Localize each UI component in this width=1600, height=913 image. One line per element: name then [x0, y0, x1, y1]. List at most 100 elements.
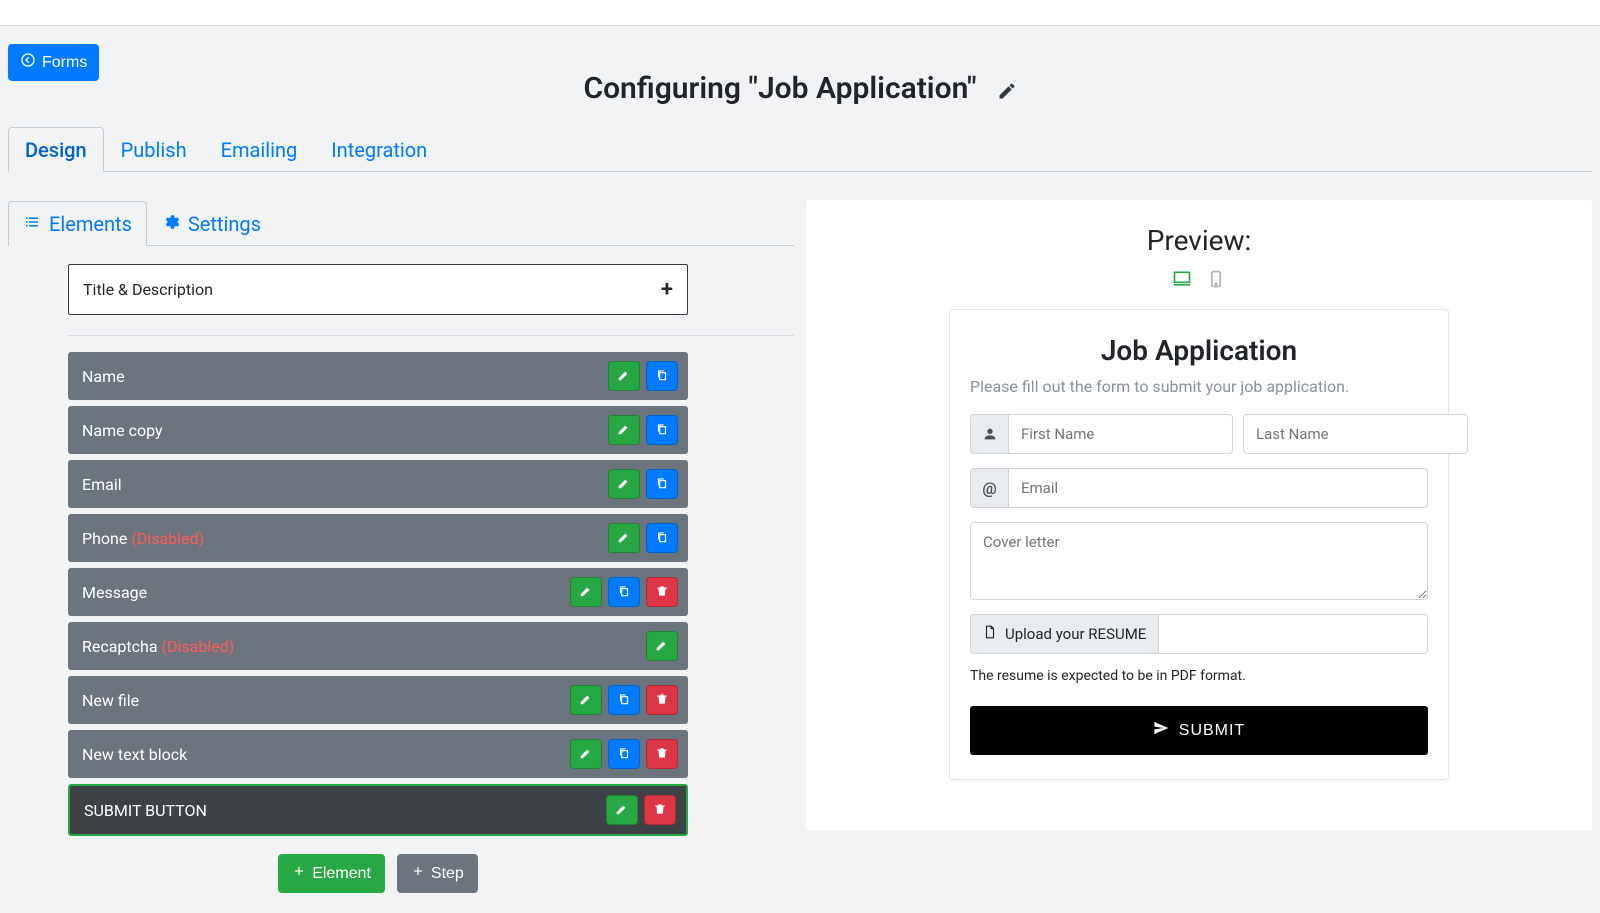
- edit-button[interactable]: [608, 415, 640, 445]
- edit-button[interactable]: [570, 577, 602, 607]
- mobile-device-toggle[interactable]: [1205, 269, 1227, 289]
- delete-button[interactable]: [646, 577, 678, 607]
- edit-icon: [617, 529, 631, 548]
- add-step-label: Step: [431, 865, 464, 883]
- element-row[interactable]: Phone (Disabled): [68, 514, 688, 562]
- copy-icon: [617, 691, 631, 710]
- edit-icon: [655, 637, 669, 656]
- main-tabs: DesignPublishEmailingIntegration: [8, 126, 1592, 172]
- row-actions: [608, 361, 678, 391]
- add-step-button[interactable]: Step: [397, 854, 478, 893]
- preview-submit-label: SUBMIT: [1179, 722, 1245, 740]
- row-actions: [608, 415, 678, 445]
- element-label: Message: [82, 583, 147, 602]
- upload-resume-field[interactable]: Upload your RESUME: [970, 614, 1428, 654]
- top-bar: [0, 0, 1600, 26]
- copy-icon: [617, 745, 631, 764]
- element-label: New file: [82, 691, 139, 710]
- disabled-tag: (Disabled): [162, 637, 235, 656]
- first-name-input[interactable]: [1008, 414, 1233, 454]
- email-input[interactable]: [1008, 468, 1428, 508]
- page-title: Configuring "Job Application": [583, 71, 976, 106]
- at-icon: @: [970, 468, 1008, 508]
- copy-icon: [617, 583, 631, 602]
- trash-icon: [655, 583, 669, 602]
- tab-design[interactable]: Design: [8, 127, 104, 172]
- copy-icon: [655, 529, 669, 548]
- edit-icon: [579, 745, 593, 764]
- upload-resume-label: Upload your RESUME: [1005, 625, 1146, 643]
- copy-icon: [655, 475, 669, 494]
- back-to-forms-label: Forms: [42, 54, 87, 72]
- cover-letter-textarea[interactable]: [970, 522, 1428, 600]
- edit-icon: [617, 367, 631, 386]
- sub-tabs: ElementsSettings: [8, 200, 794, 246]
- list-icon: [23, 212, 41, 236]
- title-description-accordion[interactable]: Title & Description +: [68, 264, 688, 315]
- preview-panel: Preview: Job Application Please fill out…: [806, 200, 1592, 830]
- copy-button[interactable]: [608, 685, 640, 715]
- element-label: Recaptcha (Disabled): [82, 637, 234, 656]
- disabled-tag: (Disabled): [131, 529, 204, 548]
- preview-form-title: Job Application: [970, 334, 1428, 367]
- delete-button[interactable]: [644, 795, 676, 825]
- desktop-device-toggle[interactable]: [1171, 269, 1193, 289]
- edit-icon: [579, 691, 593, 710]
- copy-button[interactable]: [608, 739, 640, 769]
- row-actions: [570, 577, 678, 607]
- element-label: Name copy: [82, 421, 163, 440]
- element-row[interactable]: Message: [68, 568, 688, 616]
- copy-button[interactable]: [608, 577, 640, 607]
- plus-icon: +: [661, 277, 673, 302]
- file-icon: [983, 625, 997, 643]
- preview-form-description: Please fill out the form to submit your …: [970, 377, 1428, 396]
- delete-button[interactable]: [646, 739, 678, 769]
- edit-icon: [579, 583, 593, 602]
- tab-emailing[interactable]: Emailing: [204, 127, 315, 172]
- copy-button[interactable]: [646, 469, 678, 499]
- element-row[interactable]: New text block: [68, 730, 688, 778]
- edit-button[interactable]: [570, 685, 602, 715]
- preview-heading: Preview:: [826, 224, 1572, 257]
- element-row[interactable]: Name copy: [68, 406, 688, 454]
- element-row-submit[interactable]: SUBMIT BUTTON: [68, 784, 688, 836]
- plus-icon: [292, 864, 306, 883]
- row-actions: [570, 739, 678, 769]
- edit-button[interactable]: [608, 523, 640, 553]
- trash-icon: [655, 745, 669, 764]
- copy-icon: [655, 367, 669, 386]
- divider: [68, 335, 794, 336]
- copy-button[interactable]: [646, 523, 678, 553]
- edit-button[interactable]: [570, 739, 602, 769]
- back-to-forms-button[interactable]: Forms: [8, 44, 99, 81]
- copy-button[interactable]: [646, 415, 678, 445]
- edit-button[interactable]: [608, 361, 640, 391]
- element-row[interactable]: New file: [68, 676, 688, 724]
- element-row[interactable]: Email: [68, 460, 688, 508]
- tab-publish[interactable]: Publish: [104, 127, 204, 172]
- element-row[interactable]: Name: [68, 352, 688, 400]
- edit-title-button[interactable]: [997, 81, 1017, 106]
- row-actions: [646, 631, 678, 661]
- element-label: Phone (Disabled): [82, 529, 204, 548]
- add-element-label: Element: [312, 865, 371, 883]
- preview-submit-button[interactable]: SUBMIT: [970, 706, 1428, 755]
- row-actions: [570, 685, 678, 715]
- add-element-button[interactable]: Element: [278, 854, 385, 893]
- sub-tab-elements[interactable]: Elements: [8, 201, 147, 246]
- element-label: New text block: [82, 745, 187, 764]
- paper-plane-icon: [1153, 720, 1169, 741]
- edit-button[interactable]: [606, 795, 638, 825]
- copy-button[interactable]: [646, 361, 678, 391]
- last-name-input[interactable]: [1243, 414, 1468, 454]
- row-actions: [608, 469, 678, 499]
- edit-button[interactable]: [608, 469, 640, 499]
- trash-icon: [655, 691, 669, 710]
- row-actions: [608, 523, 678, 553]
- sub-tab-settings[interactable]: Settings: [147, 201, 276, 246]
- edit-button[interactable]: [646, 631, 678, 661]
- delete-button[interactable]: [646, 685, 678, 715]
- tab-integration[interactable]: Integration: [314, 127, 444, 172]
- user-icon: [970, 414, 1008, 454]
- element-row[interactable]: Recaptcha (Disabled): [68, 622, 688, 670]
